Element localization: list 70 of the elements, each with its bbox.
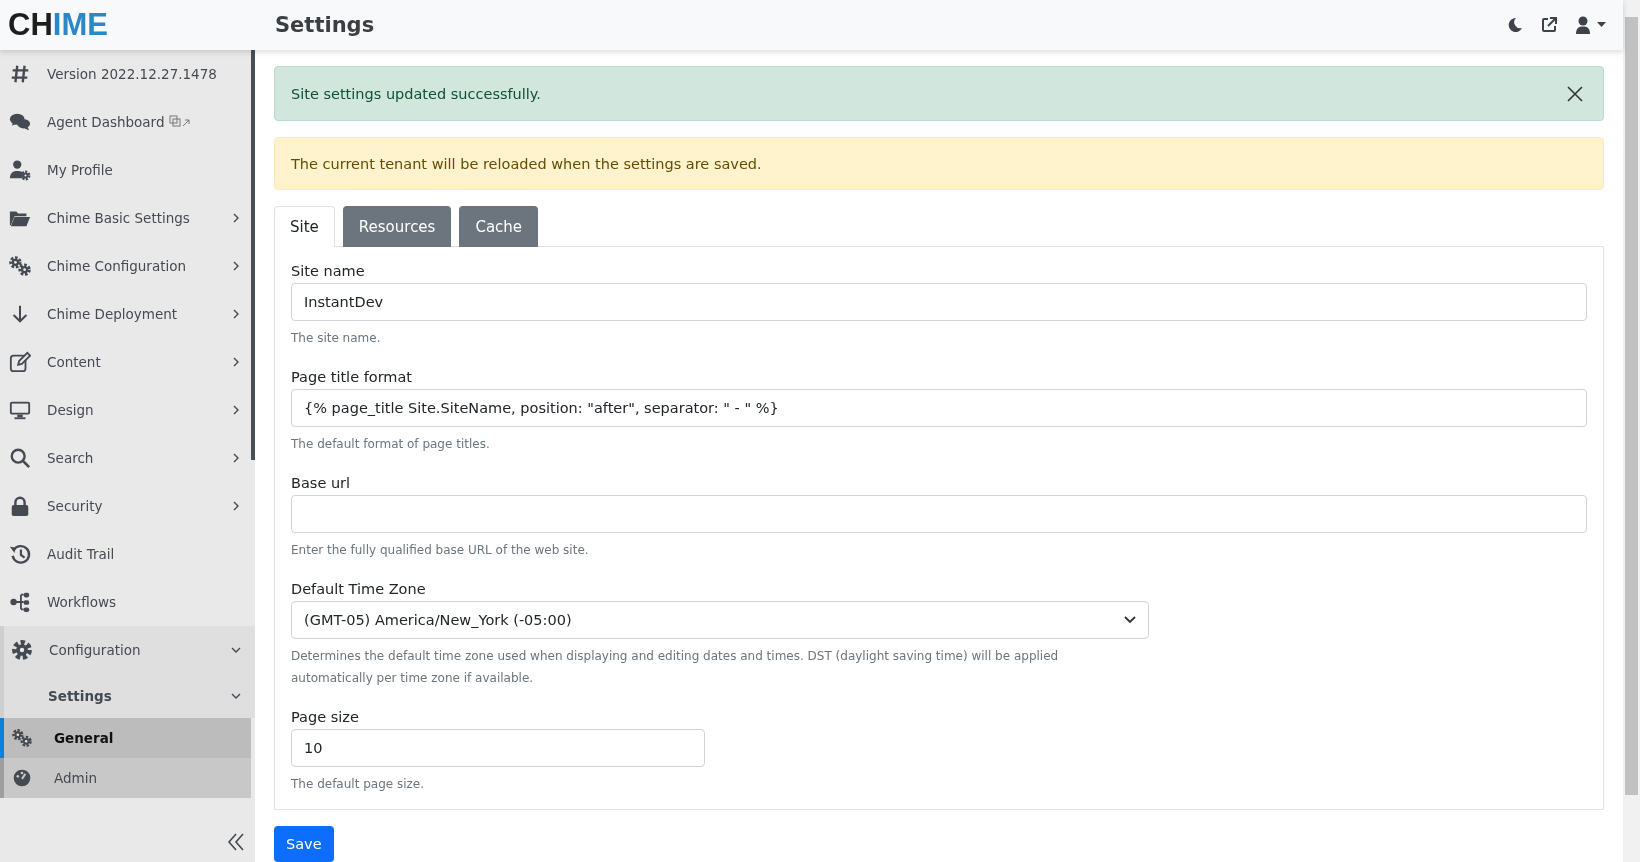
help-text: Enter the fully qualified base URL of the web site.: [291, 542, 590, 559]
user-gear-icon: [9, 159, 31, 181]
help-text: The default format of page titles.: [291, 436, 491, 453]
help-text: The site name.: [291, 330, 382, 347]
alert-message: Site settings updated successfully.: [291, 85, 542, 102]
input-field[interactable]: 10: [291, 729, 705, 767]
tab[interactable]: Resources: [342, 206, 452, 247]
help-text: Determines the default time zone used when displaying and editing dates and times. DST (daylight saving time) will be applied automatically per time zone if available.: [291, 648, 1060, 687]
sidebar-item[interactable]: Chime Configuration: [0, 242, 255, 290]
gauge-icon: [12, 768, 32, 788]
user-menu-icon[interactable]: [1575, 16, 1607, 34]
page-scrollbar[interactable]: [1623, 0, 1640, 862]
sidebar-item[interactable]: Version 2022.12.27.1478: [0, 50, 255, 98]
hash-icon: [9, 63, 31, 85]
sidebar-item[interactable]: Content: [0, 338, 255, 386]
tab[interactable]: Site: [274, 206, 335, 247]
sidebar-item[interactable]: Agent Dashboard: [0, 98, 255, 146]
sidebar-item[interactable]: Workflows: [0, 578, 255, 626]
monitor-icon: [9, 399, 31, 421]
input-field[interactable]: {% page_title Site.SiteName, position: "after", separator: " - " %}: [291, 389, 1587, 427]
tab[interactable]: Cache: [459, 206, 539, 247]
time-zone-select[interactable]: (GMT-05) America/New_York (-05:00): [291, 601, 1149, 639]
sidebar-scrollbar[interactable]: [251, 50, 255, 460]
chevron-icon: [231, 501, 241, 511]
save-button[interactable]: Save: [274, 826, 334, 862]
chevron-icon: [231, 309, 241, 319]
search-icon: [9, 447, 31, 469]
lock-icon: [9, 495, 31, 517]
chevron-icon: [231, 261, 241, 271]
close-icon: [1567, 85, 1583, 102]
sidebar-item[interactable]: Chime Basic Settings: [0, 194, 255, 242]
sidebar-item[interactable]: Chime Deployment: [0, 290, 255, 338]
gears-icon: [12, 728, 32, 748]
chevron-icon: [231, 357, 241, 367]
sidebar-item[interactable]: Search: [0, 434, 255, 482]
external-link-icon: [168, 115, 191, 127]
sidebar-item[interactable]: Audit Trail: [0, 530, 255, 578]
field-label: Default Time Zone: [291, 581, 427, 597]
chevron-icon: [231, 645, 241, 655]
alert-message: The current tenant will be reloaded when the settings are saved.: [291, 155, 763, 172]
moon-icon[interactable]: [1507, 17, 1523, 33]
sidebar-item[interactable]: My Profile: [0, 146, 255, 194]
collapse-icon[interactable]: [227, 832, 245, 852]
chevron-icon: [231, 453, 241, 463]
chat-bubbles-icon: [9, 111, 31, 133]
chevron-down-icon: [1123, 616, 1136, 624]
sidebar-item[interactable]: Security: [0, 482, 255, 530]
history-icon: [9, 543, 31, 565]
input-field[interactable]: [291, 495, 1587, 533]
sidebar-item[interactable]: Settings: [0, 674, 255, 718]
chevron-icon: [231, 405, 241, 415]
edit-icon: [9, 351, 31, 373]
gears-icon: [9, 255, 31, 277]
input-field[interactable]: InstantDev: [291, 283, 1587, 321]
sidebar-item[interactable]: Admin: [0, 758, 251, 798]
help-text: The default page size.: [291, 776, 426, 793]
gear-icon: [11, 639, 33, 661]
field-label: Site name: [291, 263, 366, 279]
field-label: Base url: [291, 475, 352, 491]
chevron-icon: [231, 213, 241, 223]
page-title: Settings: [275, 13, 376, 37]
logo[interactable]: CHIME: [0, 7, 275, 43]
external-link-icon[interactable]: [1541, 17, 1557, 33]
field-label: Page size: [291, 709, 360, 725]
sidebar-item[interactable]: General: [0, 718, 251, 758]
flowchart-icon: [9, 591, 31, 613]
sidebar-item[interactable]: Configuration: [0, 626, 255, 674]
field-label: Page title format: [291, 369, 414, 385]
chevron-icon: [231, 691, 241, 701]
sidebar-item[interactable]: Design: [0, 386, 255, 434]
